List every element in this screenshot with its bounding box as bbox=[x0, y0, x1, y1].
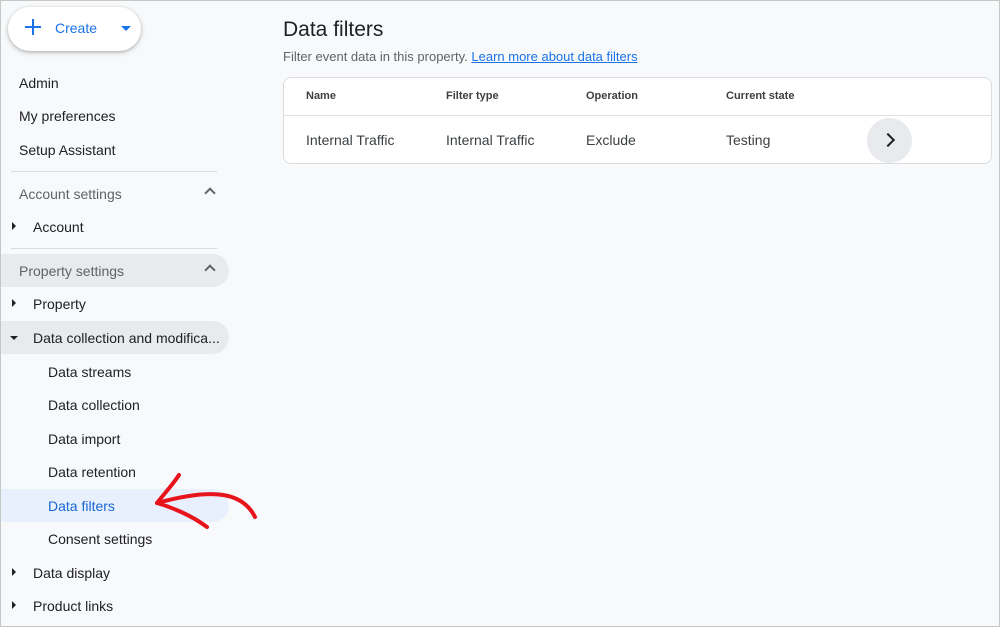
nav-my-preferences-label: My preferences bbox=[19, 107, 116, 124]
nav-account[interactable]: Account bbox=[1, 210, 84, 243]
learn-more-link[interactable]: Learn more about data filters bbox=[471, 49, 637, 64]
divider bbox=[11, 171, 217, 172]
expand-arrow-icon bbox=[12, 568, 16, 576]
nav-data-retention-label: Data retention bbox=[48, 463, 136, 480]
page-title: Data filters bbox=[283, 18, 384, 41]
column-header-name[interactable]: Name bbox=[306, 90, 336, 102]
nav-consent-settings[interactable]: Consent settings bbox=[1, 522, 152, 555]
expand-arrow-icon bbox=[12, 222, 16, 230]
expand-arrow-icon bbox=[12, 601, 16, 609]
account-settings-header[interactable]: Account settings bbox=[1, 177, 229, 210]
property-settings-label: Property settings bbox=[19, 262, 125, 279]
data-filters-table: Name Filter type Operation Current state… bbox=[283, 77, 992, 164]
column-header-operation[interactable]: Operation bbox=[586, 90, 638, 102]
dropdown-caret-icon[interactable] bbox=[121, 26, 131, 31]
property-settings-header[interactable]: Property settings bbox=[1, 254, 229, 287]
nav-data-filters[interactable]: Data filters bbox=[1, 489, 229, 522]
nav-my-preferences[interactable]: My preferences bbox=[1, 99, 115, 132]
nav-consent-settings-label: Consent settings bbox=[48, 530, 153, 547]
nav-data-filters-label: Data filters bbox=[48, 497, 115, 514]
nav-data-collection[interactable]: Data collection bbox=[1, 388, 140, 421]
sidebar: Create Admin My preferences Setup Assist… bbox=[1, 1, 241, 627]
nav-setup-assistant-label: Setup Assistant bbox=[19, 141, 116, 158]
nav-data-collection-and-modification[interactable]: Data collection and modifica... bbox=[1, 321, 229, 354]
cell-current-state: Testing bbox=[726, 132, 771, 148]
create-button[interactable]: Create bbox=[8, 7, 141, 51]
account-settings-label: Account settings bbox=[19, 185, 122, 202]
nav-data-import[interactable]: Data import bbox=[1, 422, 120, 455]
nav-data-streams[interactable]: Data streams bbox=[1, 355, 131, 388]
collapse-arrow-icon bbox=[10, 336, 18, 340]
nav-product-links[interactable]: Product links bbox=[1, 589, 113, 622]
column-header-current-state[interactable]: Current state bbox=[726, 90, 794, 102]
nav-property[interactable]: Property bbox=[1, 287, 86, 320]
chevron-up-icon bbox=[204, 187, 216, 199]
cell-filter-type: Internal Traffic bbox=[446, 132, 535, 148]
nav-data-collection-sub-label: Data collection bbox=[48, 396, 140, 413]
header-divider bbox=[284, 115, 991, 116]
expand-arrow-icon bbox=[12, 299, 16, 307]
nav-data-retention[interactable]: Data retention bbox=[1, 455, 136, 488]
nav-setup-assistant[interactable]: Setup Assistant bbox=[1, 133, 116, 166]
divider bbox=[11, 248, 217, 249]
nav-account-label: Account bbox=[33, 218, 84, 235]
nav-data-import-label: Data import bbox=[48, 430, 121, 447]
chevron-up-icon bbox=[204, 264, 216, 276]
nav-data-collection-label: Data collection and modifica... bbox=[33, 329, 220, 346]
create-label: Create bbox=[55, 20, 98, 36]
subtitle-text: Filter event data in this property. bbox=[283, 49, 468, 64]
column-header-filter-type[interactable]: Filter type bbox=[446, 90, 499, 102]
nav-product-links-label: Product links bbox=[33, 597, 114, 614]
plus-icon bbox=[24, 18, 42, 36]
nav-admin[interactable]: Admin bbox=[1, 66, 59, 99]
cell-name: Internal Traffic bbox=[306, 132, 395, 148]
nav-property-label: Property bbox=[33, 295, 86, 312]
nav-data-display-label: Data display bbox=[33, 564, 111, 581]
cell-operation: Exclude bbox=[586, 132, 636, 148]
nav-data-streams-label: Data streams bbox=[48, 363, 132, 380]
chevron-right-icon[interactable] bbox=[867, 118, 912, 163]
page-subtitle: Filter event data in this property. Lear… bbox=[283, 49, 638, 64]
nav-admin-label: Admin bbox=[19, 74, 59, 91]
nav-data-display[interactable]: Data display bbox=[1, 556, 110, 589]
